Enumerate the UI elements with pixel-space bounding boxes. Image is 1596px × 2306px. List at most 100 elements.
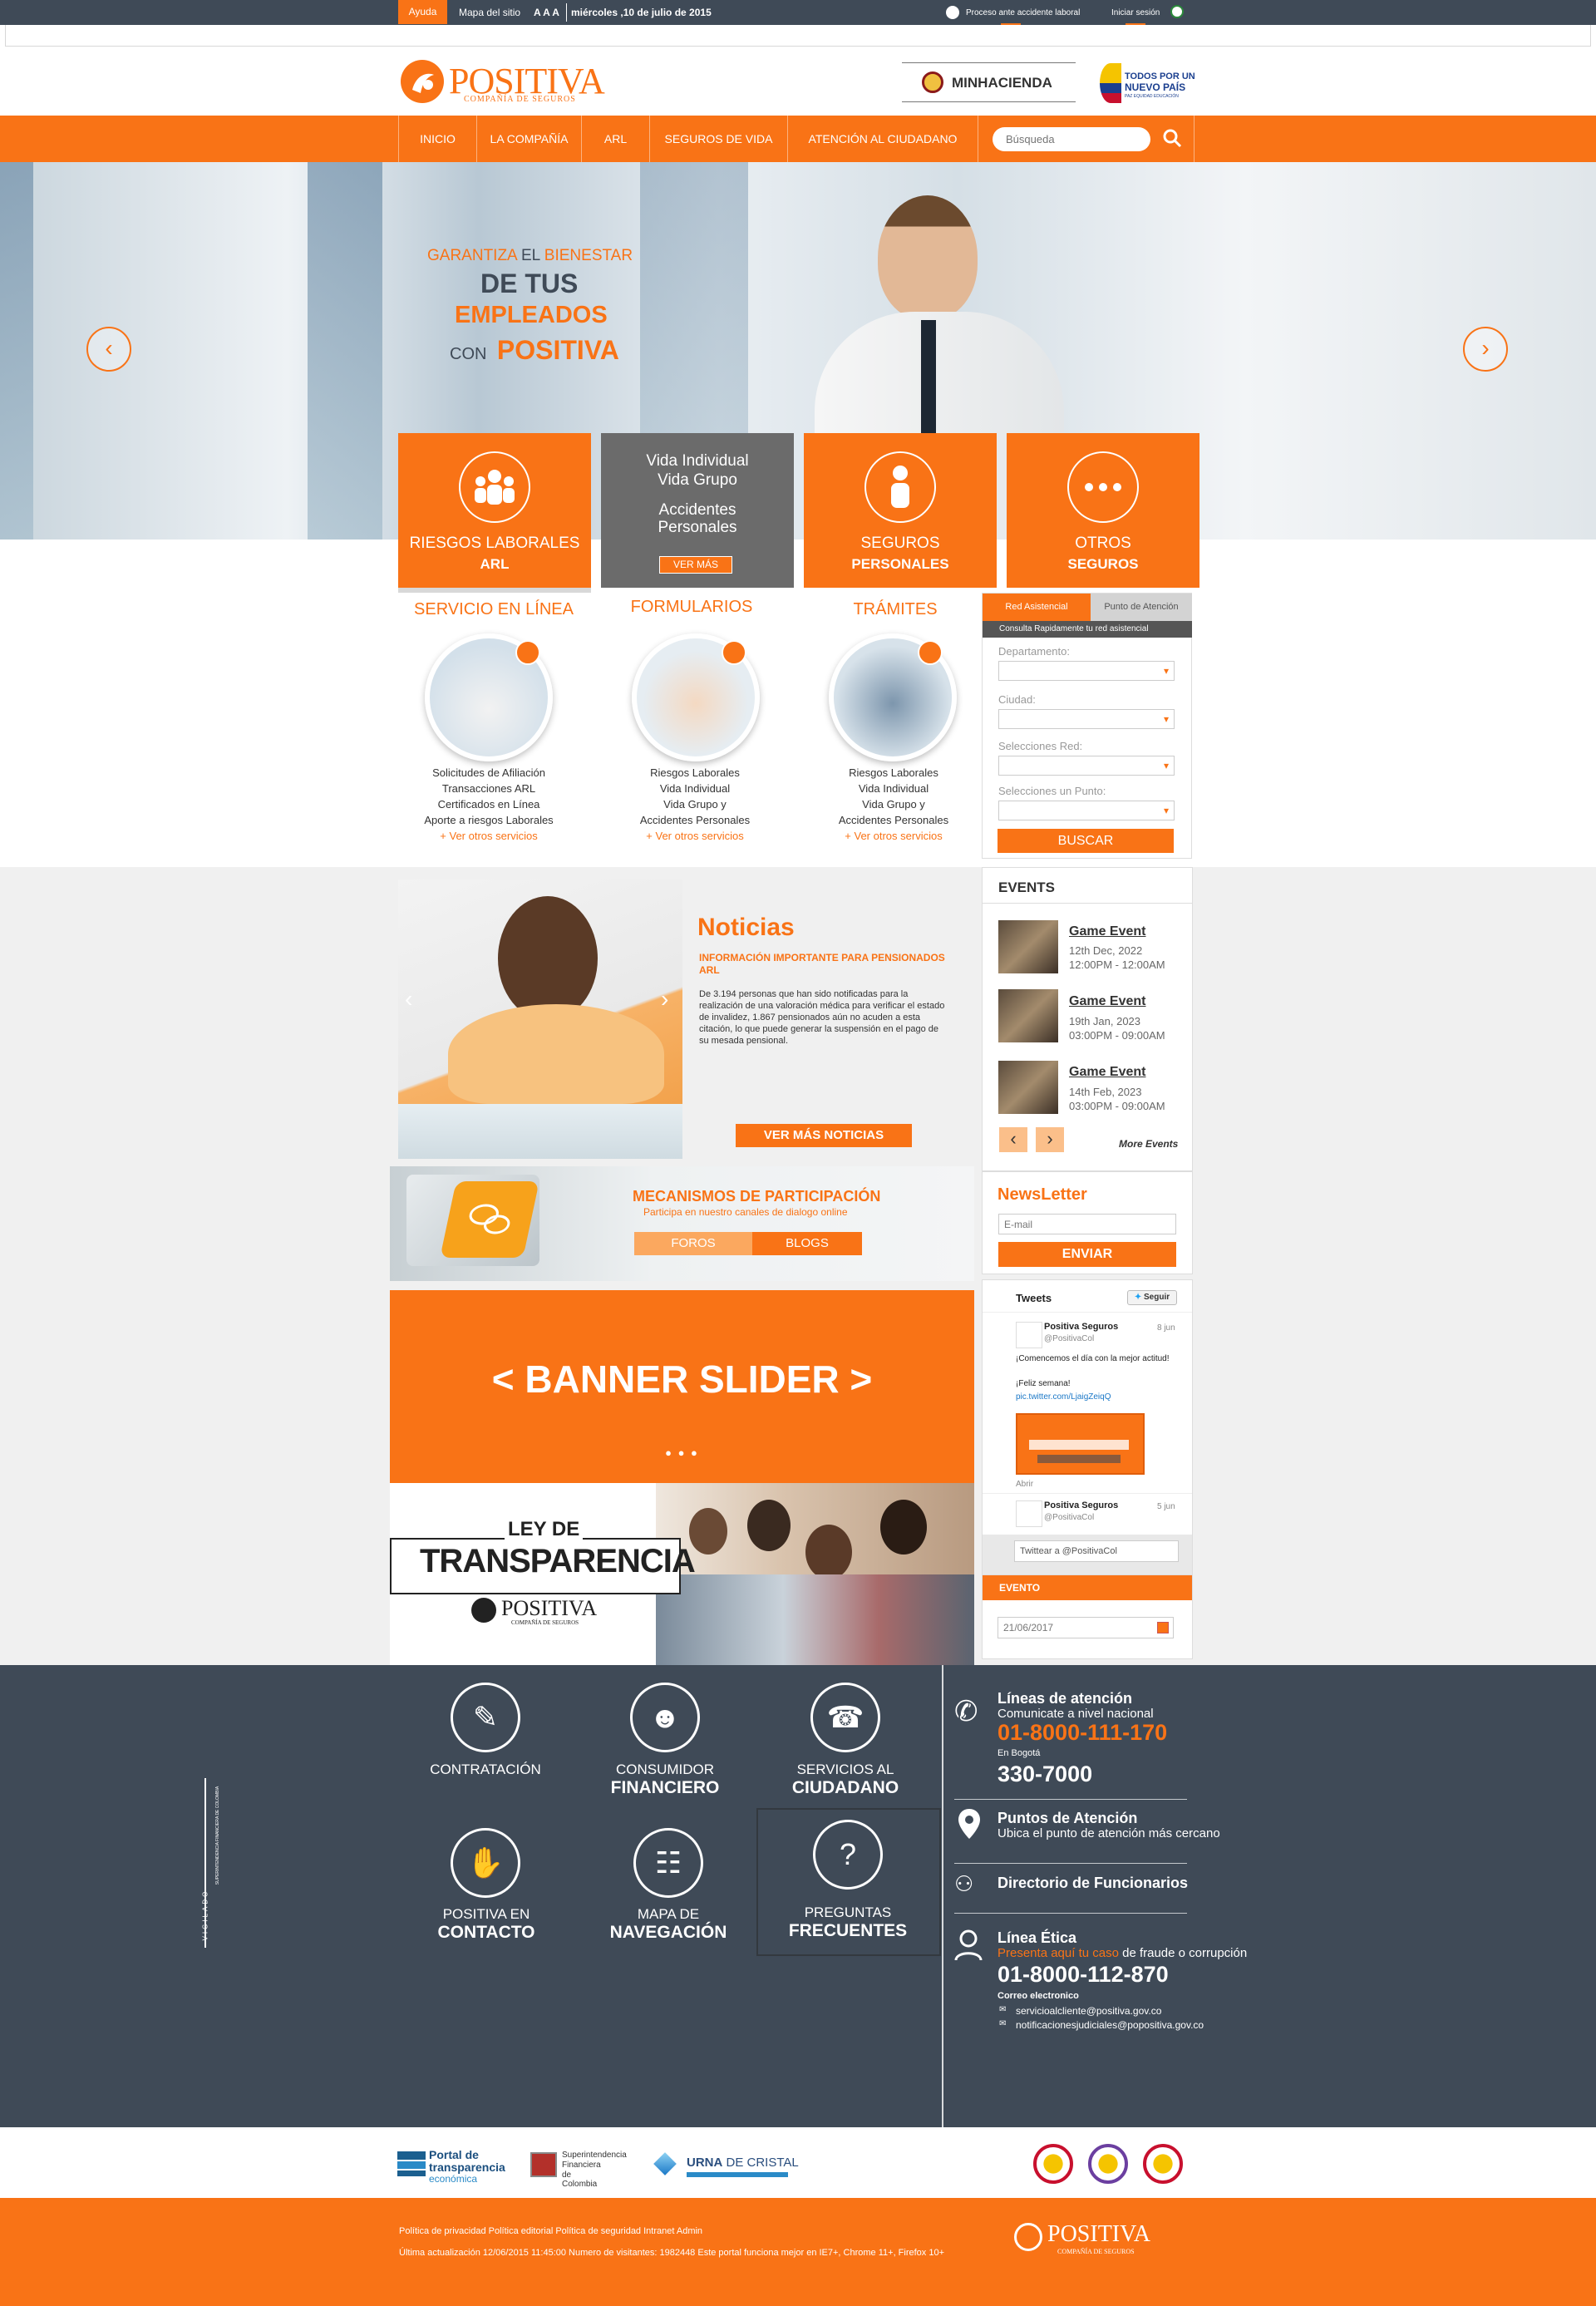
news-image[interactable] <box>398 880 682 1159</box>
box-riesgos-laborales[interactable]: RIESGOS LABORALES ARL <box>398 433 591 588</box>
tab-punto-atencion[interactable]: Punto de Atención <box>1091 594 1192 621</box>
service-item[interactable]: Riesgos Laborales <box>802 765 985 781</box>
login-link[interactable]: Iniciar sesión <box>1111 8 1160 17</box>
avatar[interactable] <box>1016 1500 1042 1527</box>
national-phone-number[interactable]: 01-8000-111-170 <box>998 1720 1167 1746</box>
government-logo[interactable]: TODOS POR UN NUEVO PAÍS PAZ EQUIDAD EDUC… <box>1100 60 1195 106</box>
punto-select[interactable] <box>998 801 1175 820</box>
font-size-control[interactable]: A A A <box>534 7 559 18</box>
tweet-open-link[interactable]: Abrir <box>1016 1480 1033 1489</box>
service-item[interactable]: Vida Individual <box>603 781 786 796</box>
nav-item-life-insurance[interactable]: SEGUROS DE VIDA <box>649 116 787 162</box>
event-image[interactable] <box>998 989 1058 1042</box>
more-services-link[interactable]: + Ver otros servicios <box>397 828 580 844</box>
directory-link[interactable]: Directorio de Funcionarios <box>998 1875 1188 1892</box>
tweet-image[interactable] <box>1016 1413 1145 1475</box>
ethics-phone-number[interactable]: 01-8000-112-870 <box>998 1962 1169 1988</box>
event-title[interactable]: Game Event <box>1069 994 1145 1009</box>
footer-link-preguntas[interactable]: PREGUNTAS FRECUENTES <box>748 1904 948 1941</box>
owl-consumer-icon[interactable]: ☻ <box>630 1683 700 1752</box>
service-title-procedures[interactable]: TRÁMITES <box>812 600 978 619</box>
red-select[interactable] <box>998 756 1175 776</box>
service-item[interactable]: Accidentes Personales <box>603 812 786 828</box>
evento-date-input[interactable]: 21/06/2017 <box>998 1617 1174 1638</box>
blogs-button[interactable]: BLOGS <box>752 1232 862 1255</box>
banner-slider[interactable]: < BANNER SLIDER > ● ● ● <box>390 1290 974 1483</box>
tweet-compose-input[interactable]: Twittear a @PositivaCol <box>1014 1540 1179 1562</box>
event-image[interactable] <box>998 920 1058 973</box>
service-item[interactable]: Vida Individual <box>802 781 985 796</box>
service-item[interactable]: Accidentes Personales <box>802 812 985 828</box>
tweet-user[interactable]: Positiva Seguros <box>1044 1322 1118 1332</box>
help-link[interactable]: Ayuda <box>398 0 447 24</box>
service-item[interactable]: Riesgos Laborales <box>603 765 786 781</box>
handshake-icon[interactable]: ✋ <box>451 1828 520 1898</box>
more-events-link[interactable]: More Events <box>1119 1138 1178 1150</box>
box-vida[interactable]: Vida Individual Vida Grupo Accidentes Pe… <box>601 433 794 588</box>
points-title[interactable]: Puntos de Atención <box>998 1810 1137 1827</box>
sitemap-link[interactable]: Mapa del sitio <box>459 7 520 18</box>
headset-support-icon[interactable]: ☎ <box>810 1683 880 1752</box>
event-image[interactable] <box>998 1061 1058 1114</box>
footer-link-consumidor[interactable]: CONSUMIDOR FINANCIERO <box>565 1761 765 1798</box>
footer-link-servicios[interactable]: SERVICIOS AL CIUDADANO <box>746 1761 945 1798</box>
coat-of-arms-icon[interactable] <box>1088 2144 1128 2184</box>
ethics-subtitle[interactable]: Presenta aquí tu caso de fraude o corrup… <box>998 1946 1247 1960</box>
avatar[interactable] <box>1016 1322 1042 1348</box>
service-item[interactable]: Aporte a riesgos Laborales <box>397 812 580 828</box>
news-prev-arrow-icon[interactable]: ‹ <box>405 986 412 1013</box>
transparency-banner[interactable]: LEY DE TRANSPARENCIA POSITIVA COMPAÑÍA D… <box>390 1483 974 1665</box>
banner-dots[interactable]: ● ● ● <box>390 1446 974 1459</box>
ciudad-select[interactable] <box>998 709 1175 729</box>
service-item[interactable]: Vida Grupo y <box>603 796 786 812</box>
nav-item-arl[interactable]: ARL <box>581 116 649 162</box>
events-next-icon[interactable]: › <box>1036 1127 1064 1152</box>
hero-next-arrow-icon[interactable]: › <box>1463 327 1508 372</box>
more-news-button[interactable]: VER MÁS NOTICIAS <box>736 1124 912 1147</box>
box-otros-seguros[interactable]: OTROS SEGUROS <box>1007 433 1199 588</box>
footer-link-contratacion[interactable]: CONTRATACIÓN <box>386 1761 585 1779</box>
email-service[interactable]: servicioalcliente@positiva.gov.co <box>1016 2005 1161 2017</box>
nav-item-citizen-service[interactable]: ATENCIÓN AL CIUDADANO <box>787 116 978 162</box>
departamento-select[interactable] <box>998 661 1175 681</box>
nav-item-company[interactable]: LA COMPAÑÍA <box>476 116 581 162</box>
email-judicial[interactable]: notificacionesjudiciales@popositiva.gov.… <box>1016 2019 1204 2031</box>
contract-document-icon[interactable]: ✎ <box>451 1683 520 1752</box>
tab-red-asistencial[interactable]: Red Asistencial <box>983 594 1091 621</box>
service-item[interactable]: Solicitudes de Afiliación <box>397 765 580 781</box>
service-item[interactable]: Transacciones ARL <box>397 781 580 796</box>
ver-mas-button[interactable]: VER MÁS <box>659 556 732 574</box>
sitemap-icon[interactable]: ☷ <box>633 1828 703 1898</box>
newsletter-submit-button[interactable]: ENVIAR <box>998 1242 1176 1267</box>
newsletter-email-input[interactable] <box>998 1214 1176 1234</box>
coat-of-arms-icon[interactable] <box>1143 2144 1183 2184</box>
hero-prev-arrow-icon[interactable]: ‹ <box>86 327 131 372</box>
user-icon[interactable] <box>1170 5 1184 18</box>
event-title[interactable]: Game Event <box>1069 924 1145 939</box>
box-seguros-personales[interactable]: SEGUROS PERSONALES <box>804 433 997 588</box>
minhacienda-logo[interactable]: MINHACIENDA <box>902 62 1076 102</box>
service-title-forms[interactable]: FORMULARIOS <box>608 598 775 617</box>
toggle-icon[interactable] <box>946 6 959 19</box>
footer-link-mapa[interactable]: MAPA DE NAVEGACIÓN <box>569 1905 768 1943</box>
service-title-online[interactable]: SERVICIO EN LÍNEA <box>411 600 577 619</box>
forums-button[interactable]: FOROS <box>634 1232 752 1255</box>
search-input[interactable] <box>993 127 1150 151</box>
more-services-link[interactable]: + Ver otros servicios <box>603 828 786 844</box>
faq-question-icon[interactable]: ? <box>813 1820 883 1890</box>
footer-link-contacto[interactable]: POSITIVA EN CONTACTO <box>387 1905 586 1943</box>
news-next-arrow-icon[interactable]: › <box>661 986 668 1013</box>
service-item[interactable]: Certificados en Línea <box>397 796 580 812</box>
news-headline[interactable]: INFORMACIÓN IMPORTANTE PARA PENSIONADOS … <box>699 952 948 977</box>
bogota-phone-number[interactable]: 330-7000 <box>998 1762 1092 1787</box>
nav-item-inicio[interactable]: INICIO <box>398 116 476 162</box>
follow-button[interactable]: ✦ Seguir <box>1127 1290 1177 1305</box>
service-item[interactable]: Vida Grupo y <box>802 796 985 812</box>
accident-process-link[interactable]: Proceso ante accidente laboral <box>966 8 1080 17</box>
participation-banner[interactable]: MECANISMOS DE PARTICIPACIÓN Participa en… <box>390 1166 974 1281</box>
policy-links[interactable]: Política de privacidad Política editoria… <box>399 2226 702 2236</box>
events-prev-icon[interactable]: ‹ <box>999 1127 1027 1152</box>
search-icon[interactable] <box>1162 128 1182 148</box>
more-services-link[interactable]: + Ver otros servicios <box>802 828 985 844</box>
search-button[interactable]: BUSCAR <box>998 829 1174 853</box>
